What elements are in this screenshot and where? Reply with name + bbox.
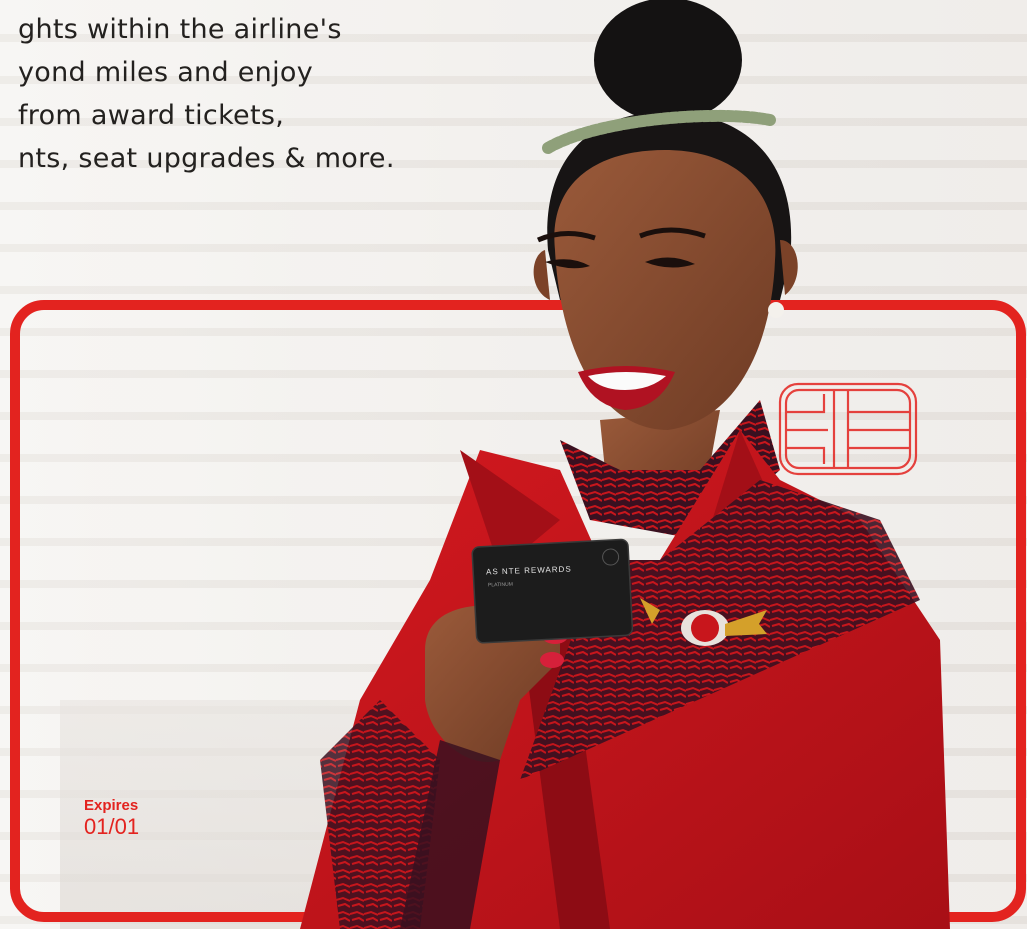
flight-attendant-photo [300, 0, 950, 929]
expires-value: 01/01 [84, 814, 140, 839]
mini-card-tier: PLATINUM [487, 581, 514, 589]
card-expiry: Expires 01/01 [84, 797, 139, 840]
expires-label: Expires [84, 797, 139, 814]
